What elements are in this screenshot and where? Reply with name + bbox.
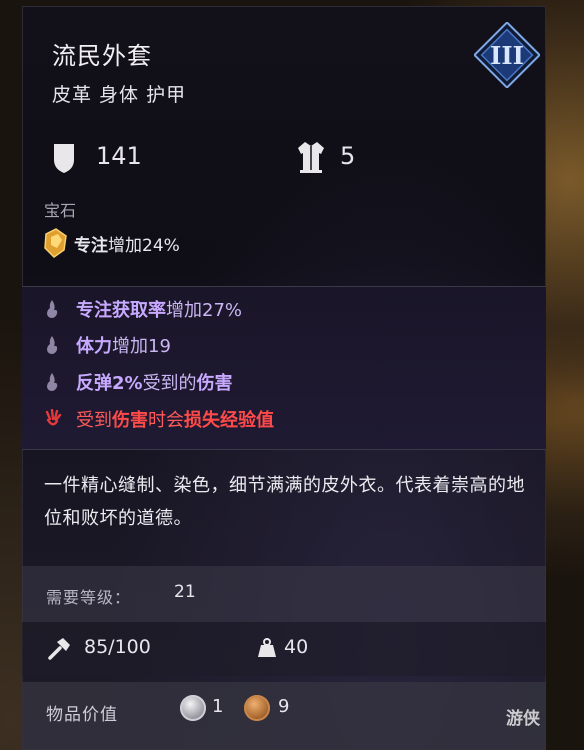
purple-flame-icon [44, 335, 60, 355]
durability-value: 85/100 [84, 636, 151, 658]
copper-coin-icon [244, 695, 270, 721]
weight-class-value: 5 [340, 142, 356, 170]
weight-icon [256, 637, 278, 663]
item-tooltip: 流民外套 皮革 身体 护甲 III 141 5 宝石 专注增加24% 专注获取率… [22, 6, 546, 750]
perks-section: 专注获取率增加27% 体力增加19 反弹2%受到的伤害 受到伤害时会损失经验值 [22, 287, 546, 449]
gem-icon [42, 228, 70, 262]
silver-coin-icon [180, 695, 206, 721]
required-level-value: 21 [174, 582, 196, 602]
item-type: 皮革 身体 护甲 [52, 84, 187, 106]
shield-icon [52, 142, 76, 178]
gem-stat: 专注增加24% [74, 231, 180, 256]
tier-label: III [490, 41, 524, 70]
watermark-logo: 游侠 [506, 709, 540, 729]
item-name: 流民外套 [52, 42, 152, 70]
purple-flame-icon [44, 299, 60, 319]
item-description: 一件精心缝制、染色，细节满满的皮外衣。代表着崇高的地位和败坏的道德。 [44, 475, 525, 529]
gem-label: 宝石 [44, 201, 77, 220]
weight-value: 40 [284, 636, 309, 658]
chest-armor-icon [296, 140, 326, 178]
silver-value: 1 [212, 696, 224, 717]
copper-value: 9 [278, 696, 290, 717]
item-value-label: 物品价值 [46, 705, 118, 725]
purple-flame-icon [44, 372, 60, 392]
divider [22, 449, 546, 450]
tier-badge: III [473, 21, 541, 89]
gem-stat-name: 专注 [74, 236, 108, 256]
hammer-icon [46, 636, 72, 666]
red-claw-icon [44, 408, 62, 429]
required-level-label: 需要等级： [46, 588, 132, 607]
armor-value: 141 [96, 142, 142, 170]
tier-diamond-icon: III [473, 21, 541, 89]
gem-stat-text: 增加24% [108, 236, 180, 256]
